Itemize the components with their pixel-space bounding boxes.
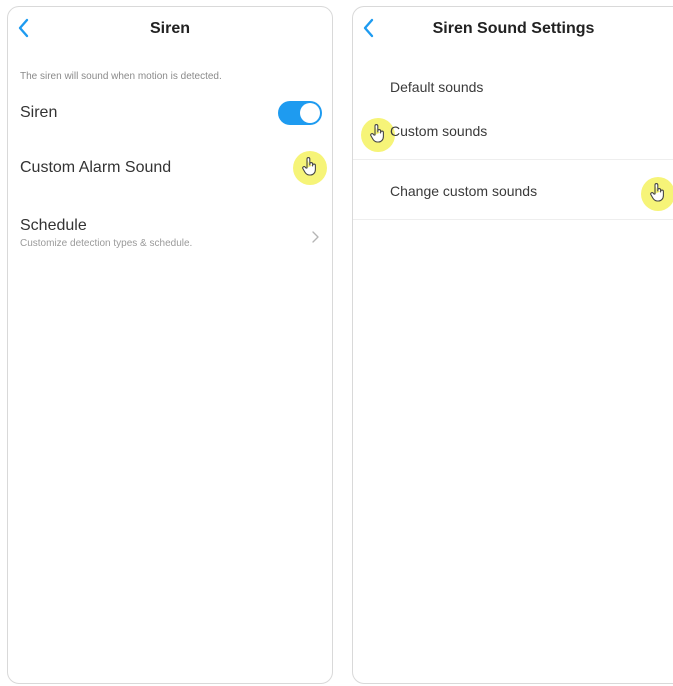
default-sounds-label: Default sounds [390,79,484,95]
chevron-right-icon [312,231,319,243]
divider [353,219,673,220]
custom-alarm-sound-label: Custom Alarm Sound [20,159,172,176]
toggle-knob [300,103,320,123]
chevron-left-icon [18,18,29,38]
nav-bar: Siren Sound Settings [353,7,673,51]
schedule-subtitle: Customize detection types & schedule. [20,238,193,249]
page-title: Siren Sound Settings [432,20,595,37]
hand-pointer-icon [302,157,316,176]
hand-pointer-icon [650,183,664,202]
hand-pointer-icon [370,124,384,143]
pointer-highlight [641,177,673,211]
divider [353,159,673,160]
siren-toggle[interactable] [278,101,322,125]
schedule-label: Schedule [20,217,87,234]
siren-label: Siren [20,104,58,121]
siren-sound-settings-screen: Siren Sound Settings Default sounds Cust… [352,6,673,684]
default-sounds-option[interactable]: Default sounds [353,71,673,111]
back-button[interactable] [14,15,36,41]
pointer-highlight [293,151,327,185]
change-custom-sounds-label: Change custom sounds [390,183,538,199]
siren-settings-screen: Siren The siren will sound when motion i… [7,6,333,684]
change-custom-sounds-row[interactable]: Change custom sounds [353,171,673,211]
schedule-row[interactable]: Schedule Customize detection types & sch… [8,213,332,263]
nav-bar: Siren [8,7,332,51]
chevron-left-icon [363,18,374,38]
custom-sounds-label: Custom sounds [390,123,488,139]
page-title: Siren [149,20,190,37]
siren-row: Siren [8,91,332,135]
custom-sounds-option[interactable]: Custom sounds [353,115,673,155]
back-button[interactable] [359,15,381,41]
custom-alarm-sound-row[interactable]: Custom Alarm Sound [8,147,332,191]
siren-hint-text: The siren will sound when motion is dete… [20,71,222,82]
